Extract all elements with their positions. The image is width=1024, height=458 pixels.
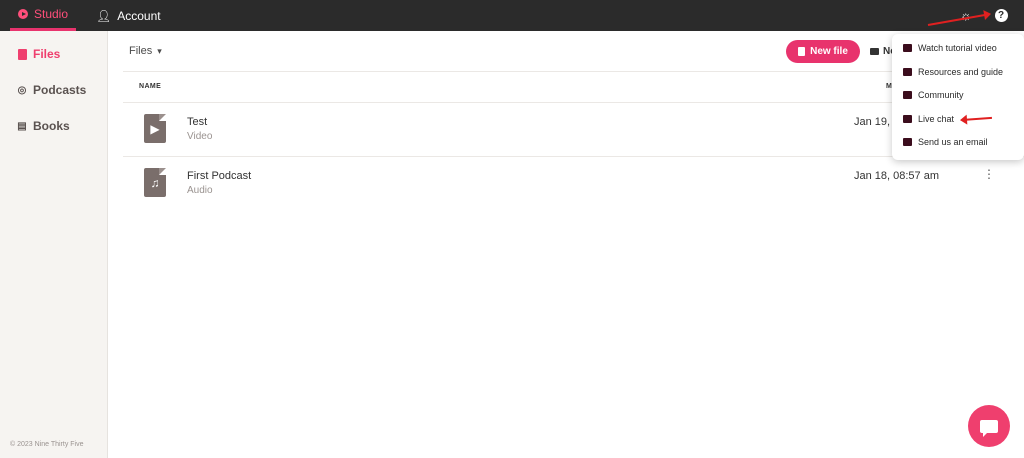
column-header-modified[interactable]: M [886,83,892,90]
sidebar-item-books[interactable]: ▤ Books [0,115,107,137]
video-file-icon: ▶ [144,114,166,143]
row-type: Audio [187,185,213,196]
chat-bubble-icon [980,419,998,437]
sidebar-item-label: Books [33,119,70,133]
menu-item-watch-tutorial[interactable]: Watch tutorial video [903,40,997,56]
breadcrumb[interactable]: Files ▾ [129,45,162,57]
row-type: Video [187,131,213,142]
chevron-down-icon: ▾ [157,45,162,56]
table-row[interactable]: ♫ First Podcast Audio Jan 18, 08:57 am ⋮ [123,157,1024,211]
column-header-name[interactable]: NAME [139,83,161,90]
chat-widget-button[interactable] [968,405,1010,447]
help-icon: ? [994,8,1008,22]
menu-item-community[interactable]: Community [903,87,964,103]
menu-item-label: Watch tutorial video [918,43,997,53]
tab-account-label: Account [117,8,161,23]
menu-item-label: Send us an email [918,137,988,147]
menu-item-label: Resources and guide [918,67,1004,77]
menu-item-resources[interactable]: Resources and guide [903,64,1003,80]
menu-item-email[interactable]: Send us an email [903,134,988,150]
sidebar-item-label: Files [33,47,61,61]
menu-item-label: Community [918,90,964,100]
audio-file-icon: ♫ [144,168,166,197]
row-date: Jan 18, 08:57 am [854,170,940,182]
divider [123,71,1024,72]
sidebar: Files ◎ Podcasts ▤ Books © 2023 Nine Thi… [0,31,108,458]
help-dropdown-menu: Watch tutorial video Resources and guide… [892,34,1024,160]
tab-account[interactable]: 👤︎ Account [92,0,165,31]
row-title: Test [187,116,208,128]
play-circle-icon [18,9,28,19]
new-file-icon [798,47,806,56]
new-file-label: New file [810,46,848,57]
podcast-icon: ◎ [17,84,27,96]
help-button[interactable]: ? [993,7,1009,23]
more-vert-icon[interactable]: ⋮ [983,167,995,181]
new-file-button[interactable]: New file [786,40,860,63]
sidebar-item-podcasts[interactable]: ◎ Podcasts [0,79,107,101]
main-content: Files ▾ New file Ne NAME M ▶ Test Video … [108,31,1024,458]
tab-studio-label: Studio [34,7,69,21]
forum-icon [903,91,912,99]
top-bar: Studio 👤︎ Account ☼ ? [0,0,1024,31]
table-row[interactable]: ▶ Test Video Jan 19, 0 [123,103,1024,157]
tab-studio[interactable]: Studio [10,0,77,31]
menu-item-label: Live chat [918,114,955,124]
breadcrumb-label: Files [129,45,153,57]
sidebar-item-files[interactable]: Files [0,43,107,65]
book-icon: ▤ [17,120,27,132]
file-icon [17,48,27,60]
copyright: © 2023 Nine Thirty Five [10,441,84,448]
book-open-icon [903,68,912,76]
chat-icon [903,115,912,123]
row-title: First Podcast [187,170,252,182]
sun-icon[interactable]: ☼ [958,7,974,23]
sidebar-item-label: Podcasts [33,83,87,97]
youtube-icon [903,44,912,52]
person-icon: 👤︎ [96,8,112,23]
mail-icon [903,138,912,146]
folder-icon [870,48,879,55]
menu-item-live-chat[interactable]: Live chat [903,111,954,127]
